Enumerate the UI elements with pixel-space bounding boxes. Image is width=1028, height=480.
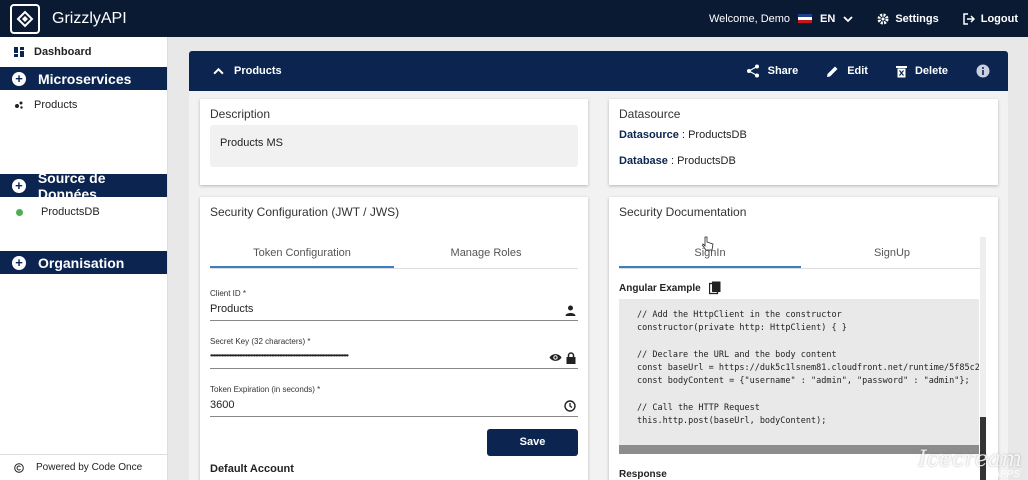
eye-icon[interactable] bbox=[549, 352, 562, 363]
plus-icon[interactable]: + bbox=[12, 71, 26, 86]
client-id-input[interactable]: Products bbox=[210, 303, 578, 319]
uk-flag-icon[interactable] bbox=[798, 14, 813, 23]
logout-button[interactable]: Logout bbox=[962, 12, 1018, 25]
language-selector[interactable]: EN bbox=[820, 13, 835, 25]
token-expiration-input[interactable]: 3600 bbox=[210, 399, 578, 415]
card-title: Security Configuration (JWT / JWS) bbox=[210, 205, 400, 219]
chevron-down-icon[interactable] bbox=[843, 14, 853, 24]
doc-vertical-scrollbar[interactable] bbox=[980, 237, 986, 480]
sidebar-section-microservices[interactable]: + Microservices bbox=[0, 67, 167, 90]
field-label: Client ID * bbox=[210, 289, 247, 298]
plus-icon[interactable]: + bbox=[12, 178, 26, 193]
card-title: Datasource bbox=[619, 107, 681, 121]
field-label: Secret Key (32 characters) * bbox=[210, 337, 311, 346]
settings-button[interactable]: Settings bbox=[877, 12, 939, 25]
main-content: Products Share Edit Delete Description P… bbox=[189, 51, 1008, 480]
welcome-text: Welcome, Demo bbox=[708, 12, 791, 25]
datasource-card: Datasource Datasource : ProductsDB Datab… bbox=[609, 99, 998, 185]
edit-button[interactable]: Edit bbox=[826, 65, 868, 78]
chevron-up-icon[interactable] bbox=[213, 66, 224, 77]
share-button[interactable]: Share bbox=[746, 64, 799, 78]
app-title[interactable]: GrizzlyAPI bbox=[52, 10, 127, 28]
trash-icon bbox=[895, 65, 907, 77]
save-button[interactable]: Save bbox=[487, 429, 578, 456]
delete-button[interactable]: Delete bbox=[895, 65, 948, 78]
response-heading: Response bbox=[619, 469, 667, 480]
sidebar-section-datasources[interactable]: + Source de Données bbox=[0, 170, 167, 202]
example-title: Angular Example bbox=[619, 282, 701, 294]
datasource-key: Datasource bbox=[619, 129, 679, 141]
security-doc-card: Security Documentation SignIn SignUp Ang… bbox=[609, 197, 998, 480]
security-config-card: Security Configuration (JWT / JWS) Token… bbox=[200, 197, 588, 480]
copyright-icon bbox=[14, 462, 24, 473]
sidebar-item-label: Dashboard bbox=[34, 46, 92, 58]
info-icon[interactable] bbox=[976, 64, 990, 78]
dashboard-icon bbox=[14, 47, 24, 57]
footer-text: Powered by Code Once bbox=[36, 462, 143, 473]
logout-icon bbox=[962, 12, 975, 25]
sidebar-item-label: Products bbox=[34, 99, 78, 111]
datasource-line: Datasource : ProductsDB bbox=[619, 129, 747, 141]
description-card: Description Products MS bbox=[200, 99, 588, 185]
share-label: Share bbox=[767, 65, 799, 77]
sidebar-section-label: Organisation bbox=[38, 254, 125, 271]
datasource-value: : ProductsDB bbox=[678, 129, 747, 141]
angular-example-header: Angular Example bbox=[619, 281, 721, 295]
sidebar-section-label: Microservices bbox=[38, 70, 132, 87]
sidebar-item-productsdb[interactable]: ProductsDB bbox=[0, 197, 167, 227]
pencil-icon bbox=[827, 66, 838, 77]
description-value: Products MS bbox=[210, 125, 578, 167]
microservice-icon bbox=[15, 101, 23, 109]
edit-label: Edit bbox=[847, 65, 868, 77]
sidebar-section-organisation[interactable]: + Organisation bbox=[0, 251, 167, 274]
secret-key-input[interactable]: ••••••••••••••••••••••••••••••••••••••••… bbox=[210, 351, 545, 367]
code-snippet: // Add the HttpClient in the constructor… bbox=[619, 299, 979, 445]
sidebar-item-label: ProductsDB bbox=[41, 206, 100, 218]
field-label: Token Expiration (in seconds) * bbox=[210, 385, 321, 394]
secret-key-field[interactable]: Secret Key (32 characters) * •••••••••••… bbox=[210, 337, 578, 369]
panel-title: Products bbox=[234, 65, 282, 77]
sidebar-item-dashboard[interactable]: Dashboard bbox=[0, 37, 167, 67]
security-doc-tabs: SignIn SignUp bbox=[619, 239, 983, 269]
copy-icon[interactable] bbox=[708, 281, 721, 295]
sidebar: Dashboard + Microservices Products + Sou… bbox=[0, 37, 168, 480]
status-dot-icon bbox=[16, 208, 23, 216]
default-account-heading: Default Account bbox=[210, 463, 294, 475]
plus-icon[interactable]: + bbox=[12, 255, 26, 270]
tab-signup[interactable]: SignUp bbox=[801, 239, 983, 268]
cursor-icon bbox=[702, 236, 714, 251]
tab-manage-roles[interactable]: Manage Roles bbox=[394, 239, 578, 268]
gear-icon bbox=[877, 13, 889, 24]
logout-label: Logout bbox=[980, 12, 1018, 25]
tab-token-configuration[interactable]: Token Configuration bbox=[210, 239, 394, 268]
database-value: : ProductsDB bbox=[667, 155, 736, 167]
top-bar: GrizzlyAPI Welcome, Demo EN Settings Log… bbox=[0, 0, 1028, 37]
panel-header: Products Share Edit Delete bbox=[189, 51, 1008, 91]
sidebar-section-label: Source de Données bbox=[37, 169, 106, 202]
security-config-tabs: Token Configuration Manage Roles bbox=[210, 239, 578, 269]
database-key: Database bbox=[619, 155, 668, 167]
person-icon bbox=[565, 305, 576, 316]
delete-label: Delete bbox=[914, 65, 948, 77]
sidebar-item-products[interactable]: Products bbox=[0, 90, 167, 120]
client-id-field[interactable]: Client ID * Products bbox=[210, 289, 578, 321]
settings-label: Settings bbox=[895, 12, 939, 25]
grizzly-logo-icon[interactable] bbox=[10, 3, 40, 34]
token-expiration-field[interactable]: Token Expiration (in seconds) * 3600 bbox=[210, 385, 578, 417]
card-title: Security Documentation bbox=[619, 205, 747, 219]
watermark-sub: APPS bbox=[993, 469, 1020, 480]
panel-body: Description Products MS Datasource Datas… bbox=[189, 91, 1008, 480]
database-line: Database : ProductsDB bbox=[619, 155, 736, 167]
lock-icon bbox=[566, 352, 576, 364]
share-icon bbox=[746, 64, 759, 78]
sidebar-footer: Powered by Code Once bbox=[0, 454, 168, 480]
clock-icon bbox=[564, 400, 576, 412]
